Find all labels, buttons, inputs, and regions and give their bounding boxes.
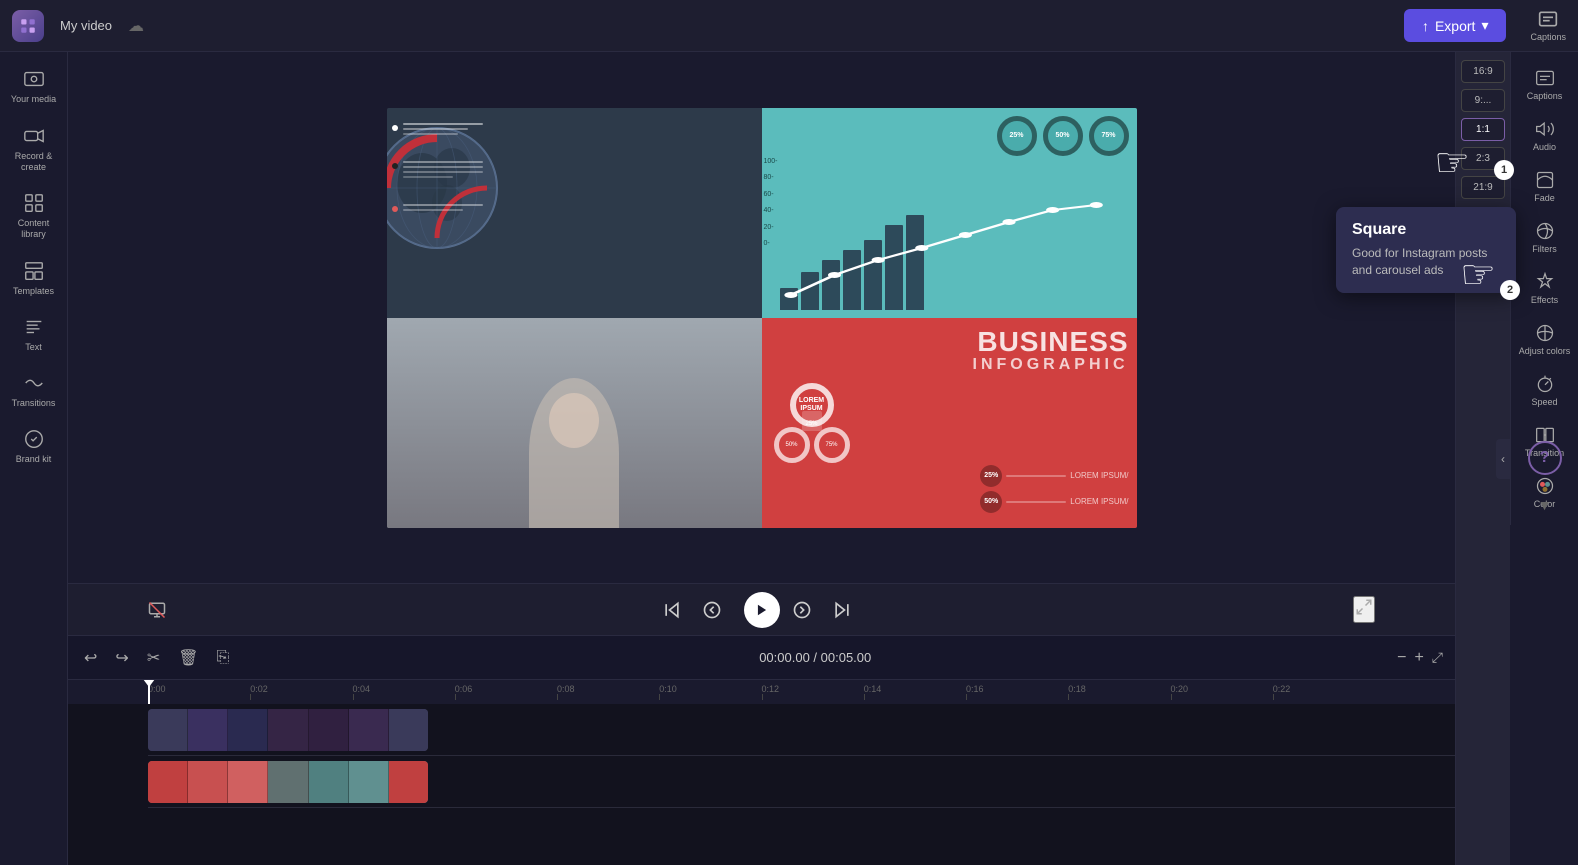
zoom-in-button[interactable]: + [1414, 649, 1423, 667]
rewind-button[interactable] [702, 600, 722, 620]
quad-top-right: 25% 50% 75% 100- 80- [762, 108, 1137, 318]
copy-button[interactable]: ⎘ [213, 645, 234, 671]
timeline-area: ↩ ↪ ✂ 🗑 ⎘ 00:00.00 / 00:05.00 − + ⤢ [68, 635, 1455, 865]
export-chevron: ▾ [1481, 17, 1488, 34]
quad-bottom-left [387, 318, 762, 528]
delete-button[interactable]: 🗑 [174, 644, 202, 672]
lorem-lines-left [392, 123, 483, 212]
captions-button[interactable]: Captions [1530, 9, 1566, 42]
timeline-ruler: 0:00 0:02 0:04 0:06 0:08 0:10 0:12 0:14 … [68, 680, 1455, 704]
playback-bar [68, 583, 1455, 635]
aspect-21-9[interactable]: 21:9 [1461, 176, 1505, 199]
help-button[interactable]: ? [1528, 441, 1562, 475]
quad-bottom-right: LOREMIPSUM 50% 75% 25% [762, 318, 1137, 528]
line-chart [780, 200, 1129, 310]
export-label: Export [1435, 18, 1475, 34]
infographic-clip[interactable] [148, 761, 428, 803]
sidebar-label-content-library: Content library [8, 218, 60, 240]
aspect-16-9[interactable]: 16:9 [1461, 60, 1505, 83]
sidebar-item-templates[interactable]: Templates [4, 252, 64, 304]
export-icon: ↑ [1422, 18, 1429, 34]
sidebar-item-text[interactable]: Text [4, 308, 64, 360]
sidebar-label-record: Record & create [8, 151, 60, 173]
export-button[interactable]: ↑ Export ▾ [1404, 9, 1507, 42]
y-axis: 100- 80- 60- 40- 20- 0- [764, 158, 778, 248]
tool-panel-wrapper: ‹ Captions Audio [1510, 52, 1578, 865]
video-clip[interactable] [148, 709, 428, 751]
aspect-1-1[interactable]: 1:1 [1461, 118, 1505, 141]
tool-fade[interactable]: Fade [1515, 162, 1575, 211]
sidebar-label-templates: Templates [13, 286, 54, 296]
fast-forward-button[interactable] [792, 600, 812, 620]
topbar: My video ☁ ↑ Export ▾ Captions [0, 0, 1578, 52]
sidebar-label-brand-kit: Brand kit [16, 454, 52, 464]
screen-off-button[interactable] [148, 601, 166, 619]
zoom-out-button[interactable]: − [1397, 649, 1406, 667]
right-panels: 16:9 9:... 1:1 2:3 21:9 Square Good for … [1455, 52, 1578, 865]
tool-audio-label: Audio [1533, 142, 1556, 152]
main-area: Your media Record & create Content libra… [0, 52, 1578, 865]
tool-effects[interactable]: Effects [1515, 264, 1575, 313]
sidebar-item-transitions[interactable]: Transitions [4, 364, 64, 416]
badge-2: 2 [1500, 280, 1520, 300]
square-tooltip: Square Good for Instagram posts and caro… [1336, 207, 1516, 293]
tool-fade-label: Fade [1534, 193, 1555, 203]
donut-charts: 25% 50% 75% [997, 116, 1129, 156]
project-name[interactable]: My video [60, 18, 112, 33]
timeline-toolbar: ↩ ↪ ✂ 🗑 ⎘ 00:00.00 / 00:05.00 − + ⤢ [68, 636, 1455, 680]
aspect-9-16[interactable]: 9:... [1461, 89, 1505, 112]
captions-label: Captions [1530, 32, 1566, 42]
tool-filters[interactable]: Filters [1515, 213, 1575, 262]
collapse-panel-button[interactable]: ‹ [1496, 439, 1510, 479]
tool-adjust-label: Adjust colors [1519, 346, 1571, 356]
tool-audio[interactable]: Audio [1515, 111, 1575, 160]
redo-button[interactable]: ↪ [111, 644, 132, 672]
tool-sidebar: Captions Audio Fade [1510, 52, 1578, 525]
tool-speed-label: Speed [1531, 397, 1557, 407]
sidebar-item-content-library[interactable]: Content library [4, 184, 64, 248]
video-track [148, 704, 1455, 756]
timeline-tracks [68, 704, 1455, 865]
tool-effects-label: Effects [1531, 295, 1558, 305]
sidebar-item-record-create[interactable]: Record & create [4, 117, 64, 181]
tool-speed[interactable]: Speed [1515, 366, 1575, 415]
infographic-track [148, 756, 1455, 808]
app-logo [12, 10, 44, 42]
tool-captions-label: Captions [1527, 91, 1563, 101]
left-sidebar: Your media Record & create Content libra… [0, 52, 68, 865]
timeline-zoom-controls: − + ⤢ [1397, 649, 1443, 667]
expand-button[interactable]: ⤢ [1432, 649, 1443, 666]
collapse-arrow[interactable]: ▼ [1538, 497, 1552, 513]
time-readout: 00:00.00 / 00:05.00 [759, 650, 871, 665]
skip-back-button[interactable] [662, 600, 682, 620]
tooltip-title: Square [1352, 221, 1500, 239]
badge-1: 1 [1494, 160, 1514, 180]
playhead[interactable] [148, 680, 150, 704]
tool-filters-label: Filters [1532, 244, 1557, 254]
sidebar-label-your-media: Your media [11, 94, 56, 105]
quad-top-left [387, 108, 762, 318]
ruler-marks: 0:00 0:02 0:04 0:06 0:08 0:10 0:12 0:14 … [148, 684, 1375, 700]
skip-forward-button[interactable] [832, 600, 852, 620]
spinner-graphics: LOREMIPSUM 50% 75% 25% [772, 383, 852, 463]
sidebar-item-your-media[interactable]: Your media [4, 60, 64, 113]
tool-adjust-colors[interactable]: Adjust colors [1515, 315, 1575, 364]
sidebar-label-transitions: Transitions [12, 398, 56, 408]
timeline-time-display: 00:00.00 / 00:05.00 [243, 650, 1387, 665]
tool-captions[interactable]: Captions [1515, 60, 1575, 109]
video-preview: 25% 50% 75% 100- 80- [68, 52, 1455, 583]
sidebar-item-brand-kit[interactable]: Brand kit [4, 420, 64, 472]
tooltip-description: Good for Instagram posts and carousel ad… [1352, 245, 1500, 279]
bottom-data-rows: 25% LOREM IPSUM/ 50% LOREM IPSUM/ [980, 465, 1128, 513]
cloud-icon: ☁ [128, 16, 144, 36]
cut-button[interactable]: ✂ [143, 644, 164, 672]
play-button[interactable] [744, 592, 780, 628]
undo-button[interactable]: ↩ [80, 644, 101, 672]
business-title: BUSINESS INFOGRAPHIC [973, 328, 1129, 374]
fullscreen-button[interactable] [1353, 596, 1375, 623]
video-canvas: 25% 50% 75% 100- 80- [387, 108, 1137, 528]
sidebar-label-text: Text [25, 342, 42, 352]
